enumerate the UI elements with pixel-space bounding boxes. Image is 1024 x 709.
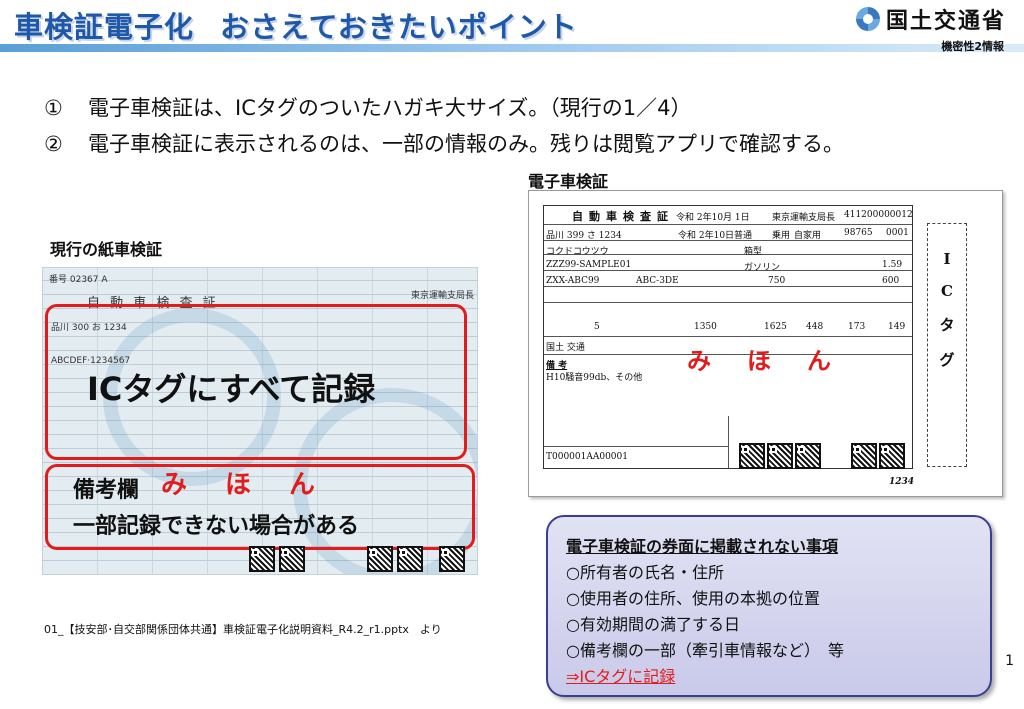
ic-record-caption: ICタグにすべて記録 [87, 370, 376, 408]
e-cert-label: 電子車検証 [528, 172, 609, 191]
qr-code [439, 546, 465, 572]
e-cert-seq: 0001 [886, 228, 909, 238]
table-rule [544, 270, 912, 271]
info-box-heading: 電子車検証の券面に掲載されない事項 [566, 537, 839, 556]
qr-code [279, 546, 305, 572]
qr-code [739, 443, 765, 469]
table-rule [544, 286, 912, 287]
logo-text: 国土交通省 [886, 8, 1007, 34]
point-1-number: ① [44, 96, 63, 120]
e-cert-remarks: H10騒音99db、その他 [546, 373, 643, 383]
e-cert-use: 普通 [734, 231, 753, 241]
header-divider [0, 44, 1024, 52]
qr-code [795, 443, 821, 469]
point-2-text: 電子車検証に表示されるのは、一部の情報のみ。残りは閲覧アプリで確認する。 [88, 132, 844, 156]
e-cert-fuel: ガソリン [744, 263, 781, 273]
qr-code [397, 546, 423, 572]
remarks-caption: 一部記録できない場合がある [73, 514, 360, 539]
page-number: 1 [1005, 653, 1014, 669]
point-2: ② 電子車検証に表示されるのは、一部の情報のみ。残りは閲覧アプリで確認する。 [44, 128, 844, 158]
e-cert-image: 自動車検査証 令和 2年10月 1日 東京運輸支局長 411200000012 … [528, 190, 1003, 497]
table-rule [544, 224, 912, 225]
e-cert-mihon: みほん [687, 347, 867, 375]
info-box-item: ○備考欄の一部（牽引車情報など） 等 [566, 641, 844, 660]
qr-code [851, 443, 877, 469]
not-printed-items-box: 電子車検証の券面に掲載されない事項 ○所有者の氏名・住所 ○使用者の住所、使用の… [546, 515, 992, 697]
qr-code [767, 443, 793, 469]
e-cert-chassis: ZZZ99-SAMPLE01 [546, 260, 632, 270]
e-cert-body: 箱型 [744, 247, 763, 257]
ic-tag-char: グ [939, 351, 955, 369]
e-cert-cap2: 600 [882, 276, 900, 286]
remarks-label: 備考欄 [73, 478, 140, 503]
ministry-logo: 国土交通省 [856, 2, 1006, 36]
paper-cert-image: 番号 02367 A 東京運輸支局長 自 動 車 検 査 証 品川 300 お … [42, 267, 478, 575]
e-cert-gross: 1625 [764, 322, 787, 332]
e-cert-engine: ABC-3DE [636, 276, 679, 286]
e-cert-table: 自動車検査証 令和 2年10月 1日 東京運輸支局長 411200000012 … [543, 205, 913, 469]
e-cert-maker: コクドコウツウ [546, 247, 609, 257]
e-cert-height: 149 [888, 322, 906, 332]
paper-cert-number: 番号 02367 A [49, 275, 108, 285]
e-cert-plate: 品川 399 さ 1234 [546, 231, 622, 241]
title-main: 車検証電子化 [14, 10, 195, 44]
e-cert-model: ZXX-ABC99 [546, 276, 600, 286]
ic-tag-char: C [941, 282, 953, 300]
paper-cert-bureau: 東京運輸支局長 [411, 291, 475, 301]
e-cert-reg-date: 令和 2年10日 [678, 231, 735, 241]
page-title: 車検証電子化 おさえておきたいポイント [14, 4, 578, 46]
info-box-item: ○所有者の氏名・住所 [566, 563, 724, 582]
info-box-item: ○使用者の住所、使用の本拠の位置 [566, 589, 820, 608]
point-1: ① 電子車検証は、ICタグのついたハガキ大サイズ。（現行の1／4） [44, 92, 691, 122]
e-cert-length: 448 [806, 322, 824, 332]
source-note: 01_【技安部･自交部関係団体共通】車検証電子化説明資料_R4.2_r1.ppt… [44, 623, 442, 636]
table-rule [544, 446, 728, 447]
e-cert-footer-code: T000001AA00001 [546, 452, 628, 462]
info-box-item: ○有効期間の満了する日 [566, 615, 740, 634]
e-cert-title: 自動車検査証 [572, 210, 674, 223]
qr-code [249, 546, 275, 572]
confidentiality-label: 機密性2情報 [941, 40, 1004, 53]
table-rule [728, 416, 729, 468]
ic-tag-char: タ [939, 316, 955, 334]
ic-tag-area: I C タ グ [927, 223, 967, 467]
qr-code [367, 546, 393, 572]
e-cert-footer-num: 1234 [889, 477, 915, 487]
e-cert-owner: 国土 交通 [546, 343, 585, 353]
point-1-text: 電子車検証は、ICタグのついたハガキ大サイズ。（現行の1／4） [88, 96, 692, 120]
table-rule [544, 302, 912, 303]
ic-tag-record-link[interactable]: ⇒ICタグに記録 [566, 663, 675, 687]
mihon-stamp: みほん [161, 470, 354, 500]
qr-code [879, 443, 905, 469]
e-cert-type: 乗用 [772, 231, 791, 241]
ic-tag-char: I [943, 250, 951, 268]
e-cert-code: 411200000012 [844, 210, 913, 220]
e-cert-date: 令和 2年10月 1日 [676, 213, 750, 223]
e-cert-model-code: 98765 [844, 228, 873, 238]
point-2-number: ② [44, 132, 63, 156]
e-cert-cap1: 750 [768, 276, 786, 286]
e-cert-purpose: 自家用 [794, 231, 822, 241]
e-cert-weight: 1350 [694, 322, 717, 332]
e-cert-bureau: 東京運輸支局長 [772, 213, 836, 223]
e-cert-width: 173 [848, 322, 866, 332]
mlit-logo-icon [856, 7, 880, 31]
title-sub: おさえておきたいポイント [220, 10, 578, 44]
paper-cert-label: 現行の紙車検証 [50, 240, 163, 259]
e-cert-capacity: 5 [594, 322, 600, 332]
table-rule [544, 336, 912, 337]
e-cert-fuel-eff: 1.59 [882, 260, 903, 270]
